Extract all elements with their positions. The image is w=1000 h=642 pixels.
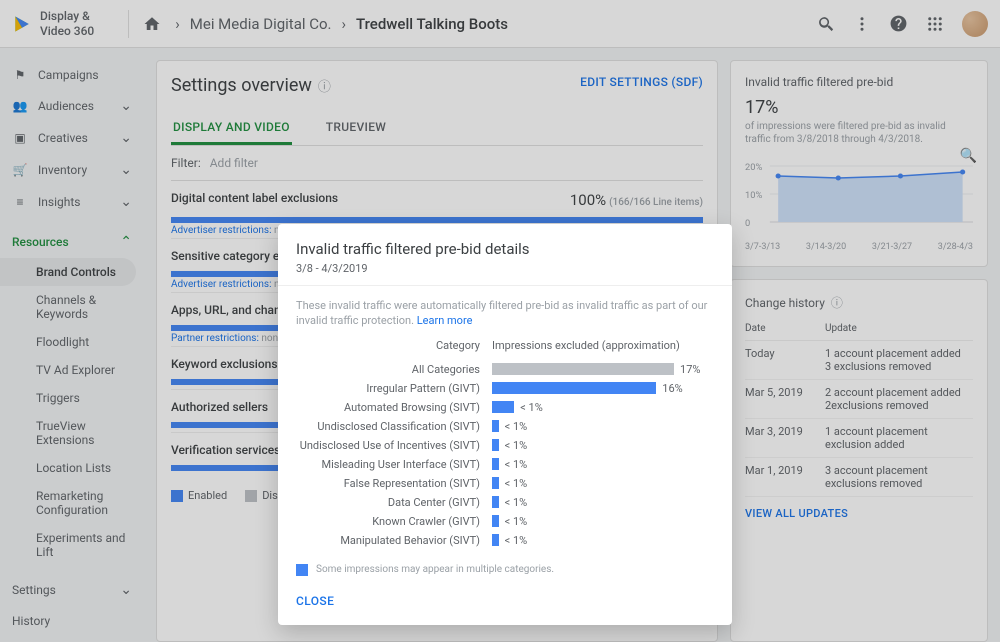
row-bar [492, 496, 499, 508]
modal-row: Known Crawler (GIVT) < 1% [296, 512, 714, 531]
row-bar [492, 420, 499, 432]
modal-row: Misleading User Interface (SIVT) < 1% [296, 455, 714, 474]
row-category: All Categories [296, 363, 492, 376]
row-percent: < 1% [505, 515, 528, 528]
row-bar [492, 458, 499, 470]
modal-title: Invalid traffic filtered pre-bid details [296, 240, 714, 258]
row-category: Misleading User Interface (SIVT) [296, 458, 492, 471]
row-bar [492, 363, 674, 375]
row-category: Known Crawler (GIVT) [296, 515, 492, 528]
row-percent: < 1% [520, 401, 543, 414]
row-percent: < 1% [505, 496, 528, 509]
modal-row: Undisclosed Classification (SIVT) < 1% [296, 417, 714, 436]
modal-row: All Categories 17% [296, 360, 714, 379]
legend-swatch-icon [296, 564, 308, 576]
row-percent: < 1% [505, 458, 528, 471]
modal-row: Manipulated Behavior (SIVT) < 1% [296, 531, 714, 550]
row-category: Irregular Pattern (GIVT) [296, 382, 492, 395]
row-percent: < 1% [505, 477, 528, 490]
modal-date-range: 3/8 - 4/3/2019 [296, 262, 714, 275]
row-category: False Representation (SIVT) [296, 477, 492, 490]
row-percent: 17% [680, 363, 700, 376]
row-percent: 16% [662, 382, 682, 395]
row-bar [492, 439, 499, 451]
modal-row: Irregular Pattern (GIVT) 16% [296, 379, 714, 398]
row-category: Data Center (GIVT) [296, 496, 492, 509]
row-percent: < 1% [505, 439, 528, 452]
modal-table: Category Impressions excluded (approxima… [278, 335, 732, 558]
modal-row: Data Center (GIVT) < 1% [296, 493, 714, 512]
learn-more-link[interactable]: Learn more [417, 314, 473, 327]
modal-row: Undisclosed Use of Incentives (SIVT) < 1% [296, 436, 714, 455]
row-category: Undisclosed Use of Incentives (SIVT) [296, 439, 492, 452]
modal-description: These invalid traffic were automatically… [278, 286, 732, 335]
modal-th-category: Category [296, 339, 492, 352]
invalid-traffic-details-modal: Invalid traffic filtered pre-bid details… [278, 224, 732, 625]
row-percent: < 1% [505, 534, 528, 547]
row-category: Undisclosed Classification (SIVT) [296, 420, 492, 433]
row-bar [492, 382, 656, 394]
modal-footnote: Some impressions may appear in multiple … [278, 558, 732, 576]
row-percent: < 1% [505, 420, 528, 433]
close-button[interactable]: CLOSE [296, 594, 334, 608]
row-category: Manipulated Behavior (SIVT) [296, 534, 492, 547]
row-category: Automated Browsing (SIVT) [296, 401, 492, 414]
modal-row: False Representation (SIVT) < 1% [296, 474, 714, 493]
modal-row: Automated Browsing (SIVT) < 1% [296, 398, 714, 417]
row-bar [492, 515, 499, 527]
row-bar [492, 534, 499, 546]
row-bar [492, 401, 514, 413]
row-bar [492, 477, 499, 489]
modal-th-impressions: Impressions excluded (approximation) [492, 339, 680, 352]
